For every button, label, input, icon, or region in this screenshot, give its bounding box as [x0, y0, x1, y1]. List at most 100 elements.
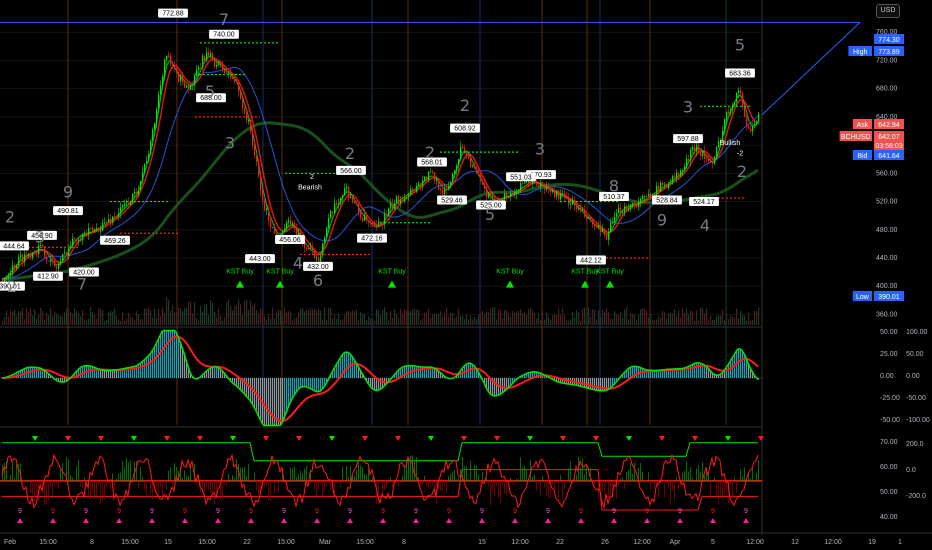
macd-hist: [34, 367, 36, 378]
osc-bar: [304, 468, 305, 481]
osc-bar: [526, 469, 527, 481]
osc-bar: [364, 474, 365, 481]
candle-body: [244, 108, 246, 114]
candle-body: [356, 203, 358, 205]
volume-bar: [178, 308, 180, 325]
candle-body: [536, 181, 538, 186]
osc-bar: [274, 480, 275, 493]
candle-body: [116, 216, 118, 218]
volume-bar: [582, 308, 584, 325]
macd-hist: [210, 368, 212, 378]
volume-bar: [304, 311, 306, 325]
candle-body: [608, 232, 610, 240]
candle-body: [488, 193, 490, 198]
osc-bar: [300, 470, 301, 481]
candle-body: [122, 205, 124, 208]
volume-bar: [228, 299, 230, 325]
volume-bar: [196, 318, 198, 325]
candle-body: [128, 202, 130, 206]
volume-bar: [614, 311, 616, 325]
macd-hist: [160, 335, 162, 378]
candle-body: [208, 51, 210, 56]
osc-bar: [68, 459, 69, 481]
candle-body: [480, 175, 482, 181]
volume-bar: [282, 316, 284, 325]
volume-bar: [484, 314, 486, 325]
osc-bar: [460, 469, 461, 481]
volume-bar: [210, 299, 212, 325]
osc-bar: [96, 480, 97, 499]
volume-bar: [570, 319, 572, 325]
candle-body: [522, 182, 524, 184]
candle-body: [670, 182, 672, 184]
volume-bar: [276, 312, 278, 325]
macd-hist: [530, 372, 532, 378]
osc-count: 9: [315, 508, 319, 515]
candle-body: [228, 71, 230, 74]
candle-body: [446, 188, 448, 190]
candle-body: [136, 191, 138, 196]
volume-bar: [310, 308, 312, 325]
pivot-label-text: 469.26: [104, 238, 126, 245]
candle-body: [420, 183, 422, 187]
volume-bar: [498, 309, 500, 325]
osc-bar: [676, 476, 677, 481]
volume-bar: [200, 305, 202, 325]
candle-body: [626, 206, 628, 210]
volume-bar: [470, 315, 472, 325]
osc-bar: [230, 479, 231, 481]
osc-bar: [312, 480, 313, 483]
osc-signal: [626, 436, 632, 441]
osc-bar: [410, 455, 411, 481]
candle-body: [320, 255, 322, 263]
pivot-label: 528.84: [652, 195, 682, 205]
volume-bar: [590, 317, 592, 325]
price-tag-value: 774.30: [878, 37, 900, 44]
candle-body: [118, 213, 120, 217]
macd-hist: [154, 347, 156, 378]
osc-bar: [140, 467, 141, 481]
time-tick: 12:00: [511, 539, 529, 546]
candle-body: [404, 198, 406, 202]
osc-bar: [510, 477, 511, 481]
macd-hist: [150, 353, 152, 378]
volume-bar: [758, 307, 760, 325]
macd-hist: [314, 378, 316, 391]
candle-body: [606, 234, 608, 240]
macd-hist: [178, 336, 180, 378]
osc-triangle: [380, 518, 386, 523]
pivot-label: 740.00: [209, 29, 239, 39]
volume-bar: [588, 307, 590, 325]
candle-body: [650, 193, 652, 199]
volume-bar: [746, 320, 748, 325]
candle-body: [284, 228, 286, 232]
candle-body: [58, 263, 60, 269]
volume-bar: [224, 317, 226, 325]
volume-bar: [146, 308, 148, 325]
volume-bar: [140, 319, 142, 325]
projection-line: [761, 22, 861, 116]
osc-bar: [78, 459, 79, 481]
candle-body: [512, 193, 514, 195]
macd-hist: [280, 378, 282, 426]
candle-body: [448, 186, 450, 190]
volume-bar: [186, 307, 188, 325]
volume-bar: [736, 308, 738, 325]
volume-bar: [320, 310, 322, 325]
osc-count: 9: [381, 508, 385, 515]
osc-bar: [126, 457, 127, 481]
volume-bar: [384, 307, 386, 325]
osc-bar: [630, 463, 631, 481]
volume-bar: [102, 310, 104, 325]
time-tick: 22: [243, 539, 251, 546]
osc-bar: [298, 473, 299, 481]
osc-bar: [626, 471, 627, 481]
osc-bar: [426, 480, 427, 487]
chart-canvas[interactable]: 444.64456.90490.81412.90420.00469.26772.…: [0, 0, 932, 550]
osc-bar: [538, 480, 539, 485]
volume-bar: [234, 305, 236, 325]
volume-bar: [442, 316, 444, 325]
macd-hist: [352, 356, 354, 378]
count-label: 3: [535, 139, 545, 158]
candle-body: [486, 188, 488, 198]
